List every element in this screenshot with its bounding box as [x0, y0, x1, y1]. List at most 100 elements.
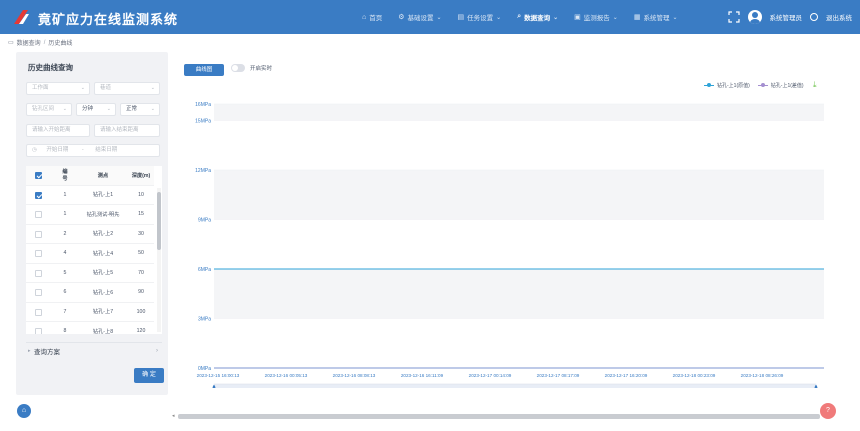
chevron-down-icon: ⌄: [62, 106, 67, 112]
legend-item[interactable]: 钻孔-上1(原值): [704, 82, 750, 89]
nav-item-search[interactable]: ⌕ 数据查询 ⌄: [517, 12, 558, 22]
legend-item[interactable]: 钻孔-上1(差值): [757, 82, 804, 89]
logout-button[interactable]: 退出系统: [826, 12, 852, 22]
row-point: 钻孔-上1: [92, 192, 114, 199]
nav-item-settings[interactable]: ⚙ 基础设置 ⌄: [398, 12, 441, 22]
row-point: 钻孔-上7: [92, 309, 114, 316]
row-depth: 15: [138, 211, 144, 218]
row-point: 钻孔-上4: [92, 250, 114, 257]
fullscreen-icon[interactable]: [727, 11, 740, 23]
query-scheme-row[interactable]: ▸ 查询方案 ›: [26, 342, 162, 358]
user-name[interactable]: 系统管理员: [770, 12, 803, 22]
select-all-checkbox[interactable]: [35, 172, 42, 179]
chevron-right-icon: ›: [156, 347, 158, 354]
row-point: 钻孔-上8: [92, 328, 114, 334]
status-value: 正常: [126, 106, 138, 112]
breadcrumb-item: 历史曲线: [48, 41, 73, 47]
row-number: 4: [63, 250, 67, 257]
column-header: 编号: [62, 169, 68, 183]
grid-band: [214, 104, 824, 121]
page-horizontal-scrollbar[interactable]: [178, 414, 820, 419]
row-depth: 50: [138, 250, 144, 257]
row-checkbox[interactable]: [35, 289, 42, 296]
confirm-button[interactable]: 确 定: [134, 368, 164, 383]
row-number: 8: [63, 328, 67, 334]
home-icon: ⌂: [362, 13, 367, 21]
end-distance-input[interactable]: 请输入结束距离: [94, 124, 160, 137]
chart-legend: 钻孔-上1(原值) 钻孔-上1(差值): [704, 82, 804, 89]
legend-label: 钻孔-上1(差值): [770, 83, 804, 89]
y-tick-label: 6MPa: [198, 267, 211, 273]
x-tick-label: 2023-12-18 08:26:09: [741, 373, 784, 378]
chevron-down-icon: ⌄: [106, 106, 111, 112]
chart-view-button[interactable]: 曲线图: [184, 64, 224, 76]
row-point: 钻孔-上2: [92, 231, 114, 238]
row-number: 1: [63, 191, 67, 198]
point-select[interactable]: 钻孔区间 ⌄: [26, 103, 72, 116]
row-checkbox[interactable]: [35, 211, 42, 218]
row-checkbox[interactable]: [35, 269, 42, 277]
x-tick-label: 2023-12-17 16:20:09: [605, 373, 648, 378]
table-row[interactable]: 8 钻孔-上8 120: [26, 322, 154, 334]
date-range-picker[interactable]: ◷ 开始日期 - 结束日期: [26, 144, 160, 157]
nav-item-system[interactable]: ▦ 系统管理 ⌄: [634, 12, 678, 22]
nav-item-home[interactable]: ⌂ 首页: [362, 12, 382, 23]
column-header: 深度(m): [131, 172, 151, 179]
end-date-placeholder: 结束日期: [95, 147, 118, 153]
end-distance-placeholder: 请输入结束距离: [100, 127, 139, 133]
point-table: 编号 测点 深度(m) 1 钻孔-上1 10 1 钻孔测试-明先 15 2 钻孔-上2 30 4 钻孔-…: [26, 166, 162, 334]
breadcrumb-separator: /: [43, 39, 46, 46]
nav-item-task[interactable]: ▤ 任务设置 ⌄: [458, 12, 502, 22]
table-header-row: 编号 测点 深度(m): [26, 166, 154, 186]
table-scrollbar-thumb[interactable]: [157, 192, 161, 250]
x-tick-label: 2023-12-15 16:00:13: [197, 373, 240, 378]
workface-placeholder: 工作面: [32, 85, 49, 91]
y-tick-label: 9MPa: [198, 218, 211, 224]
interval-select[interactable]: 分钟 ⌄: [76, 103, 116, 116]
x-tick-label: 2023-12-18 00:23:09: [673, 373, 716, 378]
lane-select[interactable]: 巷道 ⌄: [94, 82, 160, 95]
nav-item-label: 监测报告: [583, 15, 610, 22]
workface-select[interactable]: 工作面 ⌄: [26, 82, 90, 95]
breadcrumb-item[interactable]: 数据查询: [17, 38, 41, 47]
query-panel: 历史曲线查询 工作面 ⌄ 巷道 ⌄ 钻孔区间 ⌄ 分钟 ⌄ 正常 ⌄ 请输入开始…: [16, 52, 168, 395]
row-depth: 120: [136, 328, 146, 334]
user-avatar[interactable]: [747, 10, 762, 24]
status-select[interactable]: 正常 ⌄: [120, 103, 160, 116]
y-tick-label: 16MPa: [195, 102, 211, 108]
row-checkbox[interactable]: [35, 328, 42, 334]
help-icon[interactable]: ?: [820, 403, 836, 419]
realtime-toggle[interactable]: [231, 64, 245, 72]
table-row[interactable]: 5 钻孔-上5 70: [26, 264, 154, 283]
logout-icon[interactable]: [810, 13, 818, 21]
table-row[interactable]: 4 钻孔-上4 50: [26, 244, 154, 264]
chevron-down-icon: ⌄: [80, 85, 85, 91]
row-checkbox[interactable]: [35, 191, 42, 199]
nav-item-monitor[interactable]: ▣ 监测报告 ⌄: [574, 12, 618, 22]
row-checkbox[interactable]: [35, 230, 42, 238]
table-row[interactable]: 1 钻孔-上1 10: [26, 186, 154, 205]
panel-title: 历史曲线查询: [28, 63, 73, 72]
scroll-left-icon[interactable]: ◂: [172, 413, 175, 419]
y-tick-label: 15MPa: [195, 119, 211, 125]
table-row[interactable]: 1 钻孔测试-明先 15: [26, 205, 154, 225]
start-date-placeholder: 开始日期: [46, 147, 69, 153]
realtime-toggle-label: 开启实时: [250, 66, 273, 72]
row-checkbox[interactable]: [35, 250, 42, 257]
table-row[interactable]: 6 钻孔-上6 90: [26, 283, 154, 303]
y-tick-label: 3MPa: [198, 317, 211, 323]
assistant-icon[interactable]: ⌂: [17, 404, 31, 418]
download-icon[interactable]: ⤓: [813, 80, 817, 90]
start-distance-input[interactable]: 请输入开始距离: [26, 124, 90, 137]
row-point: 钻孔-上5: [92, 270, 114, 277]
row-checkbox[interactable]: [35, 308, 42, 316]
row-number: 5: [63, 269, 67, 276]
row-point: 钻孔测试-明先: [86, 211, 120, 218]
table-row[interactable]: 7 钻孔-上7 100: [26, 303, 154, 322]
calendar-icon: ◷: [32, 147, 37, 153]
table-row[interactable]: 2 钻孔-上2 30: [26, 225, 154, 244]
zoom-slider-track: [213, 383, 817, 388]
row-depth: 90: [138, 289, 144, 296]
grid-band: [214, 269, 824, 319]
row-number: 1: [63, 211, 67, 218]
